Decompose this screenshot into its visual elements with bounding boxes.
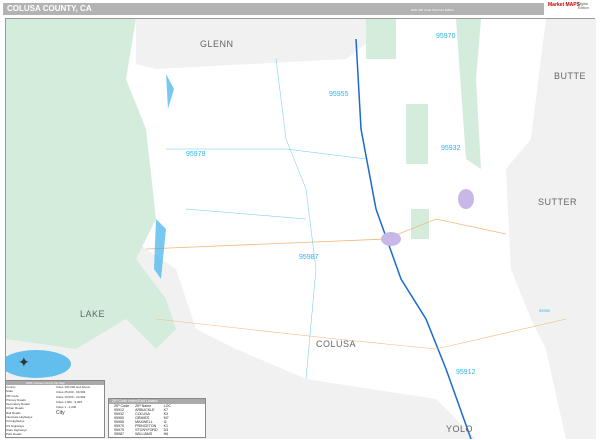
map-canvas[interactable]: GLENN BUTTE SUTTER LAKE COLUSA YOLO 9597… [5, 18, 596, 439]
map-title: COLUSA COUNTY, CA [7, 4, 92, 13]
zip-label: 95912 [456, 369, 476, 376]
zip-label: 95979 [186, 151, 206, 158]
map-legend: 2021 Colusa County Zip Map County State ZI… [5, 380, 105, 438]
table-cell: WILLIAMS [135, 432, 153, 436]
map-title-bar: COLUSA COUNTY, CA 2021 ZIP Code Premium … [3, 3, 544, 15]
zip-label: 95932 [441, 145, 461, 152]
zip-label: 95970 [436, 33, 456, 40]
table-cell: 95987 [114, 432, 124, 436]
region-label-glenn: GLENN [200, 39, 234, 49]
region-label-sutter: SUTTER [538, 197, 577, 207]
edition-label: 2021 ZIP Code Premium Edition [411, 8, 454, 12]
region-label-colusa: COLUSA [316, 339, 357, 349]
table-cell: H6 [163, 432, 169, 436]
zip-label: 95950 [539, 308, 551, 313]
compass-rose-icon: ✦ [18, 354, 30, 370]
brand-logo: Market MAPS Digital Edition [548, 2, 589, 10]
region-label-lake: LAKE [80, 309, 106, 319]
region-label-yolo: YOLO [446, 424, 474, 434]
region-label-butte: BUTTE [554, 71, 587, 81]
map-svg [6, 19, 596, 439]
legend-city-marker: City [56, 410, 65, 416]
zip-label: 95987 [299, 254, 319, 261]
table-row: 95987 WILLIAMS H6 [111, 432, 174, 436]
legend-item: Park Roads [6, 432, 22, 437]
zip-index-table: ZIP Code Index/Grid Locator ZIP Code ZIP … [108, 398, 206, 438]
zip-label: 95955 [329, 91, 349, 98]
